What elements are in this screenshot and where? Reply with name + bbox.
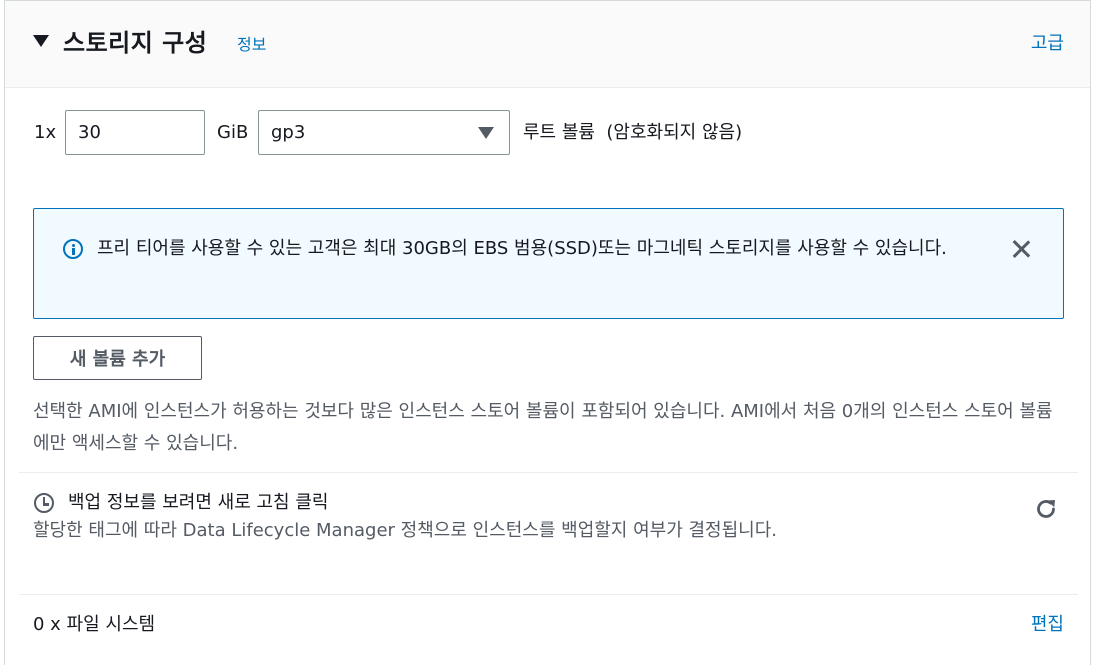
panel-header: 스토리지 구성 정보 고급 xyxy=(5,0,1090,88)
add-volume-button[interactable]: 새 볼륨 추가 xyxy=(33,336,202,380)
instance-store-note: 선택한 AMI에 인스턴스가 허용하는 것보다 많은 인스턴스 스토어 볼륨이 … xyxy=(33,401,1053,454)
section-title: 스토리지 구성 xyxy=(63,29,208,57)
divider xyxy=(19,594,1078,595)
volume-type-select[interactable]: gp3 xyxy=(258,110,510,155)
chevron-down-icon xyxy=(478,127,494,139)
advanced-link[interactable]: 고급 xyxy=(1031,29,1064,55)
edit-file-systems-link[interactable]: 편집 xyxy=(1031,610,1064,636)
file-systems-label: 0 x 파일 시스템 xyxy=(33,614,156,635)
volume-size-input[interactable] xyxy=(65,110,205,155)
volume-type-value: gp3 xyxy=(271,122,306,143)
backup-description: 할당한 태그에 따라 Data Lifecycle Manager 정책으로 인… xyxy=(33,520,778,541)
info-link[interactable]: 정보 xyxy=(237,31,266,55)
storage-config-panel: 스토리지 구성 정보 고급 1x GiB gp3 루트 볼륨 (암호화되지 않음… xyxy=(4,0,1091,665)
collapse-caret-icon[interactable] xyxy=(33,35,49,47)
free-tier-alert: 프리 티어를 사용할 수 있는 고객은 최대 30GB의 EBS 범용(SSD)… xyxy=(33,208,1064,319)
info-icon xyxy=(63,239,83,259)
clock-icon xyxy=(34,493,54,513)
volume-count-label: 1x xyxy=(34,122,57,143)
root-volume-row: 1x GiB gp3 루트 볼륨 (암호화되지 않음) xyxy=(5,110,1090,156)
volume-unit-label: GiB xyxy=(217,122,249,143)
divider xyxy=(19,472,1078,473)
refresh-icon[interactable] xyxy=(1034,497,1058,521)
root-volume-description: 루트 볼륨 (암호화되지 않음) xyxy=(523,122,743,143)
alert-message: 프리 티어를 사용할 수 있는 고객은 최대 30GB의 EBS 범용(SSD)… xyxy=(97,238,947,259)
close-icon[interactable] xyxy=(1009,237,1033,261)
backup-title: 백업 정보를 보려면 새로 고침 클릭 xyxy=(68,492,329,513)
